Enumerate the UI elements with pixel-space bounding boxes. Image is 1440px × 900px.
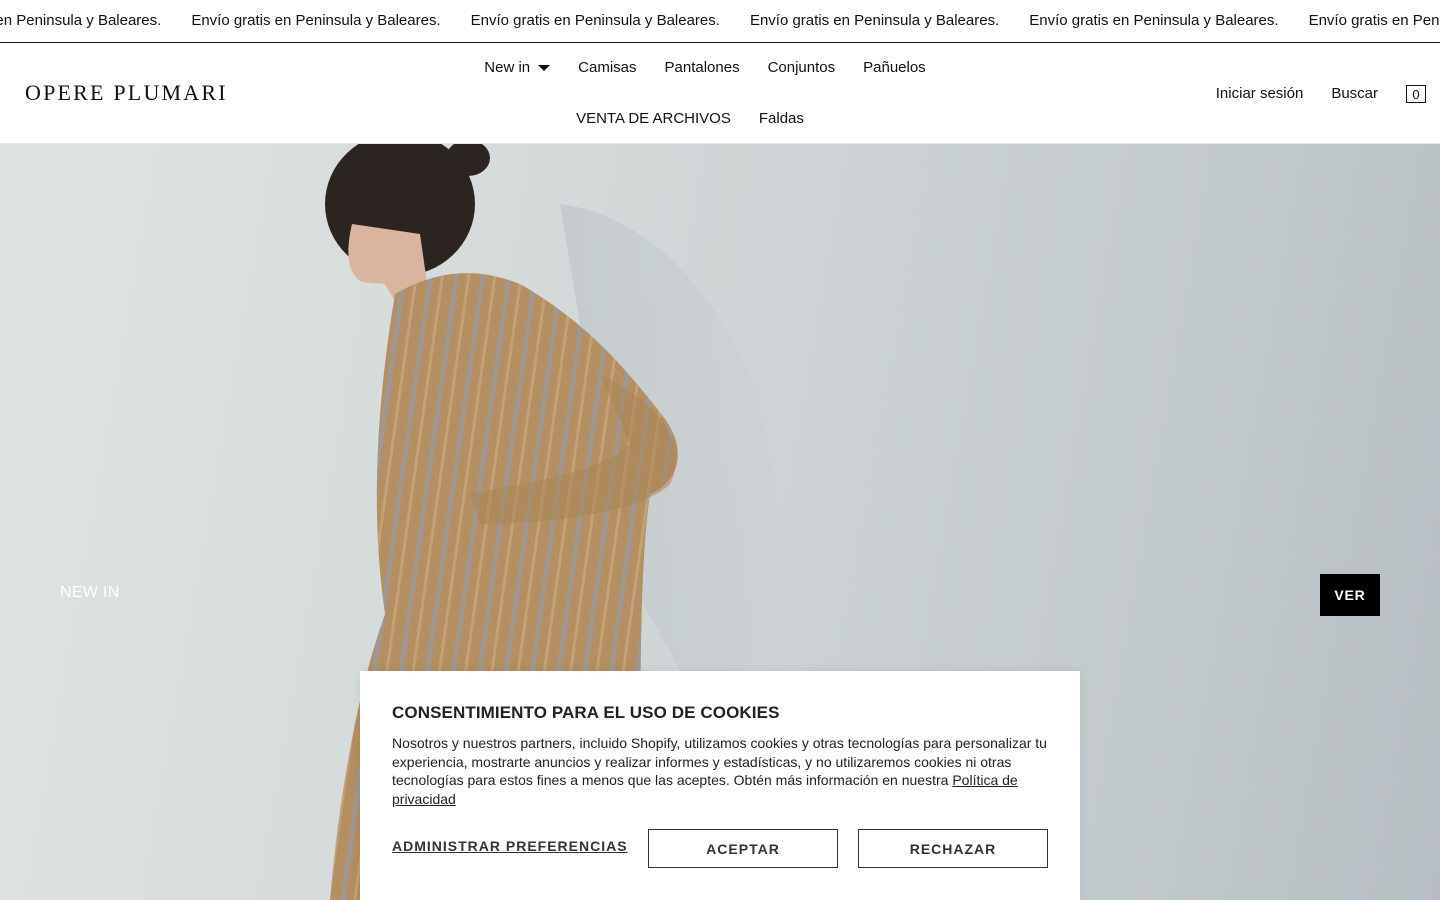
nav-item-pantalones[interactable]: Pantalones <box>665 57 740 79</box>
cookie-actions: ADMINISTRAR PREFERENCIAS ACEPTAR RECHAZA… <box>392 829 1048 868</box>
main-nav-row-1: New in Camisas Pantalones Conjuntos Pañu… <box>0 57 1432 79</box>
nav-item-new-in[interactable]: New in <box>484 57 551 79</box>
manage-preferences-button[interactable]: ADMINISTRAR PREFERENCIAS <box>392 838 628 854</box>
nav-item-panuelos[interactable]: Pañuelos <box>863 57 926 79</box>
cookie-consent-banner: CONSENTIMIENTO PARA EL USO DE COOKIES No… <box>360 671 1080 900</box>
cookie-description: Nosotros y nuestros partners, incluido S… <box>392 734 1052 808</box>
header-actions: Iniciar sesión Buscar 0 <box>1188 83 1426 105</box>
site-header: OPERE PLUMARI New in Camisas Pantalones … <box>0 43 1440 144</box>
nav-item-venta-de-archivos[interactable]: VENTA DE ARCHIVOS <box>576 108 731 130</box>
nav-item-label: New in <box>484 59 531 76</box>
announcement-item: Envío gratis en Peninsula y Baleares. <box>0 12 162 29</box>
nav-item-conjuntos[interactable]: Conjuntos <box>768 57 836 79</box>
nav-item-faldas[interactable]: Faldas <box>759 108 804 130</box>
search-link[interactable]: Buscar <box>1331 83 1378 105</box>
main-nav-row-2: VENTA DE ARCHIVOS Faldas <box>0 108 1410 130</box>
announcement-track: Envío gratis en Peninsula y Baleares. En… <box>0 0 1440 42</box>
announcement-item: Envío gratis en Peninsula y Baleares. <box>470 12 720 29</box>
reject-cookies-button[interactable]: RECHAZAR <box>858 829 1048 868</box>
cart-count: 0 <box>1412 86 1420 102</box>
announcement-item: Envío gratis en Peninsula y Baleares. <box>191 12 441 29</box>
login-link[interactable]: Iniciar sesión <box>1216 83 1304 105</box>
cart-button[interactable]: 0 <box>1406 85 1426 103</box>
hero-view-button[interactable]: VER <box>1320 574 1380 616</box>
cookie-body-text: Nosotros y nuestros partners, incluido S… <box>392 735 1047 788</box>
announcement-item: Envío gratis en Peninsula y Baleares. <box>749 12 1000 29</box>
hero-label: NEW IN <box>60 584 120 601</box>
announcement-bar: Envío gratis en Peninsula y Baleares. En… <box>0 0 1440 43</box>
cookie-title: CONSENTIMIENTO PARA EL USO DE COOKIES <box>392 703 780 722</box>
nav-item-camisas[interactable]: Camisas <box>578 57 636 79</box>
brand-logo[interactable]: OPERE PLUMARI <box>25 80 228 106</box>
chevron-down-icon <box>538 65 551 71</box>
accept-cookies-button[interactable]: ACEPTAR <box>648 829 838 868</box>
announcement-item: Envío gratis en Peninsula y Baleares. <box>1029 12 1279 29</box>
announcement-item: Envío gratis en Peninsula y Baleares. <box>1308 12 1440 29</box>
